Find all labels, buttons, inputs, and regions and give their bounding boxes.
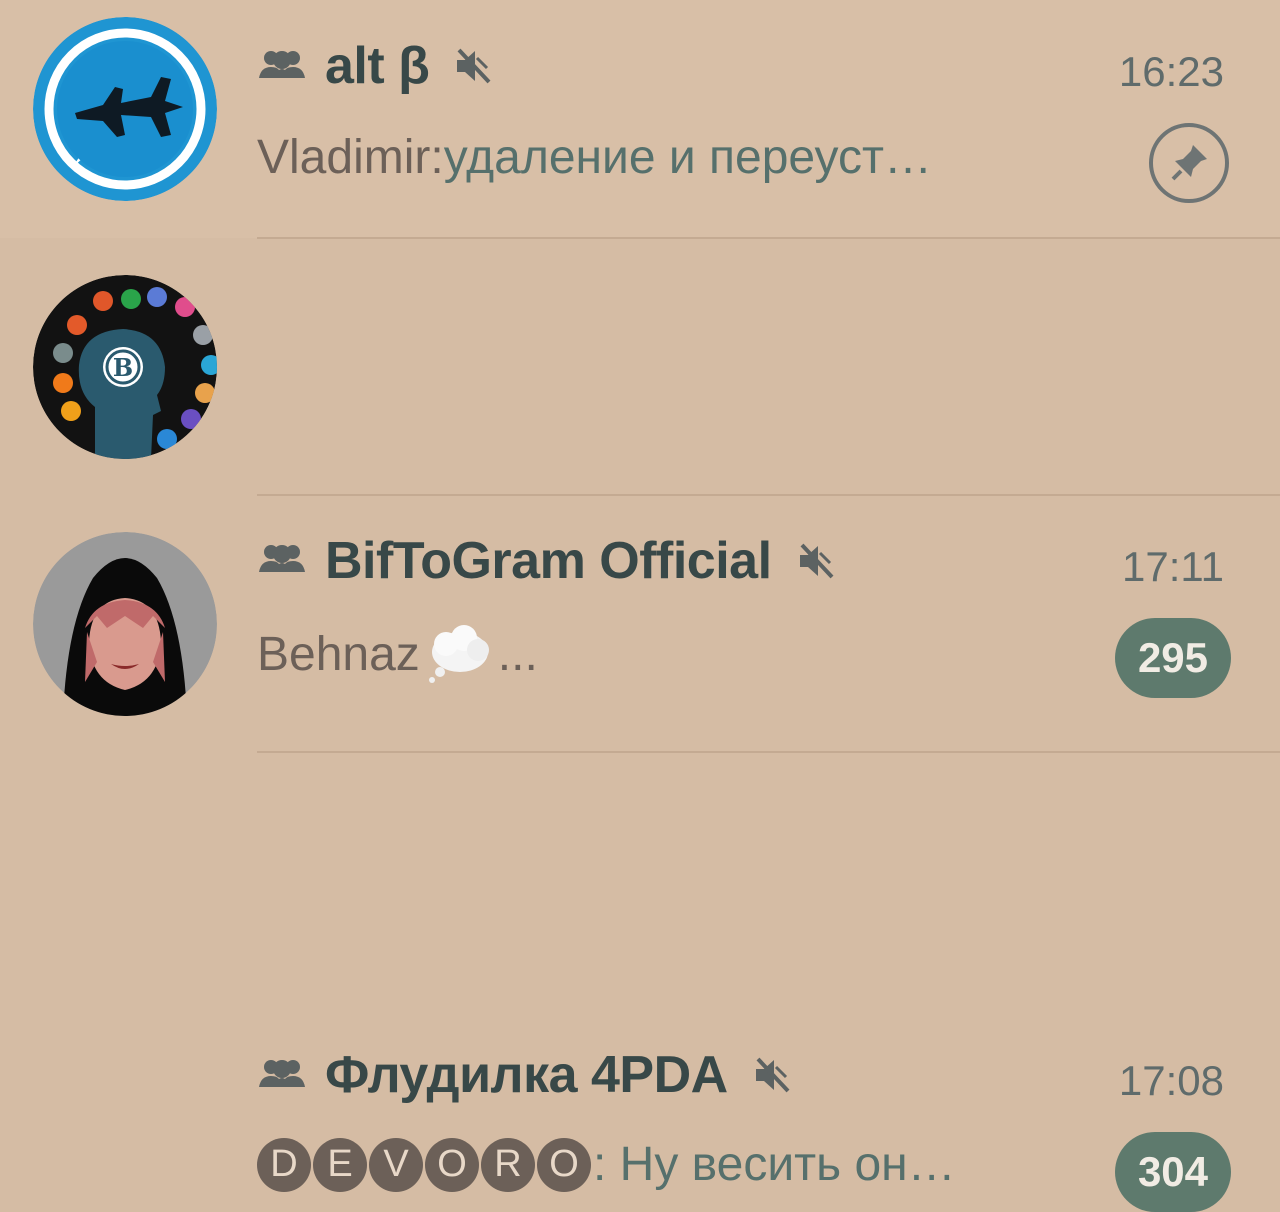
- message-text: удаление и переуст…: [443, 131, 932, 184]
- chat-title: alt β: [325, 37, 430, 95]
- sender-letter: O: [537, 1137, 591, 1192]
- group-icon: [259, 51, 305, 78]
- message-preview: D E V O R O : Ну весить он…: [257, 1137, 956, 1192]
- sender-letter: V: [369, 1137, 423, 1192]
- svg-text:B: B: [113, 353, 133, 382]
- message-text: : Ну весить он…: [593, 1138, 956, 1191]
- sender-letter: D: [257, 1137, 311, 1192]
- avatar: B: [33, 275, 217, 459]
- sender-letter: O: [425, 1137, 479, 1192]
- chat-list: alt β 16:23 Vladimir: удаление и переуст…: [0, 0, 1280, 1212]
- chat-row[interactable]: alt β 16:23 Vladimir: удаление и переуст…: [0, 0, 1280, 238]
- sender-letter: R: [481, 1137, 535, 1192]
- unread-badge: 304: [1115, 1132, 1231, 1212]
- sender-name: Vladimir:: [257, 131, 444, 184]
- divider: [257, 751, 1280, 753]
- chat-time: 16:23: [1118, 48, 1224, 95]
- chat-time: 17:08: [1118, 1057, 1224, 1104]
- mute-icon: [755, 1057, 790, 1093]
- avatar: [33, 532, 217, 716]
- message-preview: Vladimir: удаление и переуст…: [257, 130, 932, 185]
- mute-icon: [457, 48, 491, 84]
- pin-icon: [1149, 123, 1229, 203]
- divider: [257, 494, 1280, 496]
- avatar: [33, 17, 217, 201]
- chat-row[interactable]: Флудилка 4PDA 17:08 D E V O R O : Ну вес…: [0, 497, 1280, 1212]
- sender-letter: E: [313, 1137, 367, 1192]
- sender-name: D E V O R O: [257, 1137, 593, 1192]
- chat-row[interactable]: B BifToGram Official 17:11 Behnaz ... 29…: [0, 239, 1280, 698]
- chat-title: Флудилка 4PDA: [325, 1046, 728, 1104]
- group-icon: [259, 1060, 305, 1087]
